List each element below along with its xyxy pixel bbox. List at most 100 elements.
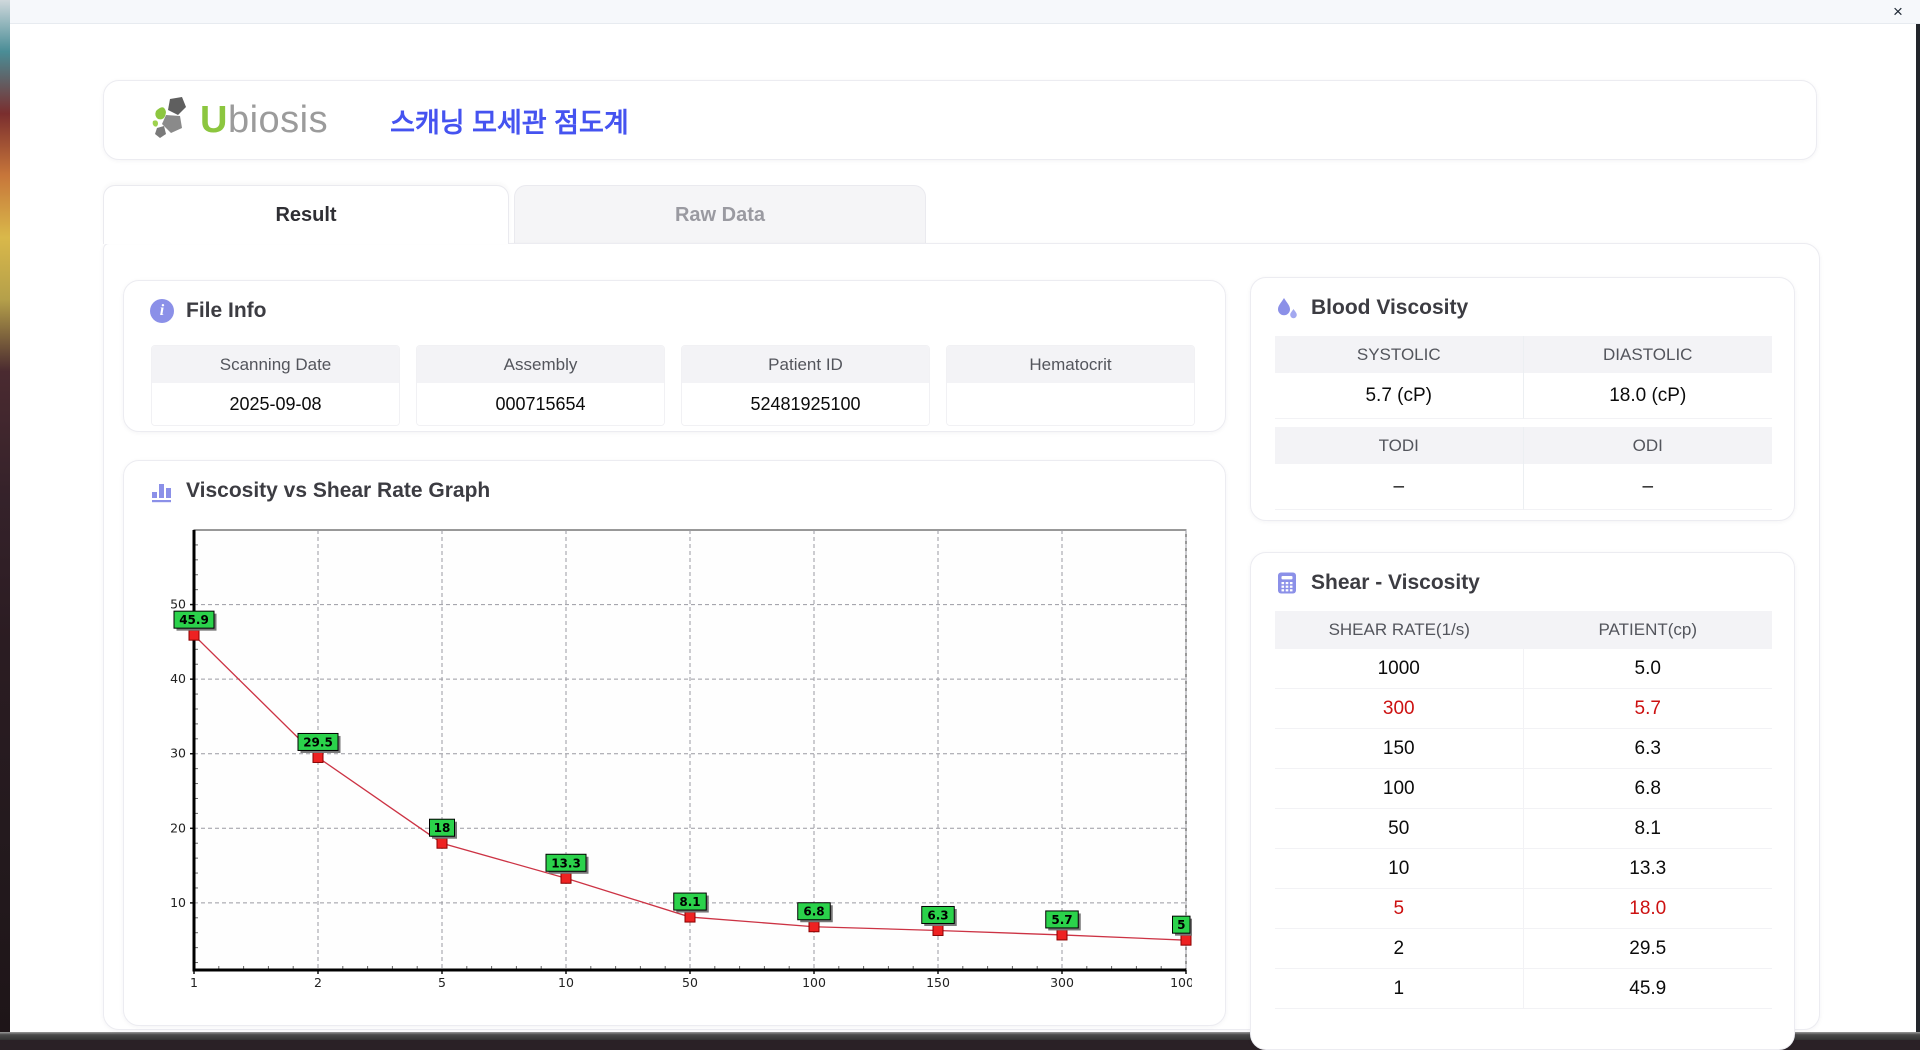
bv-value-row: – – (1275, 464, 1772, 510)
shear-rate-value: 300 (1275, 689, 1524, 728)
header-card: Ubiosis 스캐닝 모세관 점도계 (103, 80, 1817, 160)
systolic-header: SYSTOLIC (1275, 336, 1524, 373)
svg-text:5.7: 5.7 (1051, 913, 1072, 927)
shear-viscosity-title-row: Shear - Viscosity (1275, 571, 1480, 595)
patient-viscosity-value: 5.0 (1524, 649, 1773, 688)
shear-rate-value: 100 (1275, 769, 1524, 808)
bv-header-row: TODI ODI (1275, 427, 1772, 464)
window-right-edge (1916, 24, 1920, 1032)
diastolic-value: 18.0 (cP) (1524, 373, 1773, 419)
field-patient-id: Patient ID 52481925100 (681, 345, 930, 426)
ubiosis-logo: Ubiosis (152, 95, 328, 145)
bv-value-row: 5.7 (cP) 18.0 (cP) (1275, 373, 1772, 419)
patient-viscosity-value: 18.0 (1524, 889, 1773, 928)
shear-rate-value: 10 (1275, 849, 1524, 888)
svg-text:30: 30 (170, 746, 186, 761)
shear-rate-value: 150 (1275, 729, 1524, 768)
shear-rate-value: 1 (1275, 969, 1524, 1008)
svg-text:40: 40 (170, 671, 186, 686)
shear-rate-value: 1000 (1275, 649, 1524, 688)
svg-text:50: 50 (170, 597, 186, 612)
shear-table-header-row: SHEAR RATE(1/s) PATIENT(cp) (1275, 611, 1772, 649)
window-close-button[interactable]: × (1888, 3, 1908, 21)
field-value: 52481925100 (682, 383, 929, 425)
viscosity-chart-svg: 45.929.51813.38.16.86.35.751251050100150… (152, 523, 1192, 993)
svg-text:6.8: 6.8 (803, 905, 824, 919)
field-value: 000715654 (417, 383, 664, 425)
shear-viscosity-row: 1013.3 (1275, 849, 1772, 889)
todi-header: TODI (1275, 427, 1524, 464)
shear-rate-column-header: SHEAR RATE(1/s) (1275, 611, 1524, 649)
field-label: Hematocrit (947, 346, 1194, 383)
patient-viscosity-value: 45.9 (1524, 969, 1773, 1008)
tab-result[interactable]: Result (103, 185, 509, 244)
todi-value: – (1275, 464, 1524, 510)
graph-title: Viscosity vs Shear Rate Graph (186, 479, 490, 503)
app-title-korean: 스캐닝 모세관 점도계 (390, 101, 629, 140)
svg-text:29.5: 29.5 (303, 735, 333, 749)
info-icon: i (150, 299, 174, 323)
blood-drops-icon (1275, 296, 1299, 320)
patient-viscosity-value: 6.3 (1524, 729, 1773, 768)
svg-text:45.9: 45.9 (179, 613, 209, 627)
shear-viscosity-table: SHEAR RATE(1/s) PATIENT(cp) 10005.03005.… (1275, 611, 1772, 1009)
svg-text:20: 20 (170, 820, 186, 835)
file-info-fields: Scanning Date 2025-09-08 Assembly 000715… (151, 345, 1195, 426)
field-scanning-date: Scanning Date 2025-09-08 (151, 345, 400, 426)
patient-viscosity-value: 13.3 (1524, 849, 1773, 888)
blood-viscosity-title-row: Blood Viscosity (1275, 296, 1468, 320)
file-info-card: i File Info Scanning Date 2025-09-08 Ass… (123, 280, 1226, 432)
field-assembly: Assembly 000715654 (416, 345, 665, 426)
file-info-title-row: i File Info (150, 299, 267, 323)
desktop-wallpaper-strip (0, 0, 10, 1032)
brand-biosis: biosis (228, 99, 328, 141)
svg-text:6.3: 6.3 (927, 908, 948, 922)
shear-rate-value: 5 (1275, 889, 1524, 928)
svg-text:10: 10 (170, 895, 186, 910)
field-label: Scanning Date (152, 346, 399, 383)
svg-text:300: 300 (1050, 975, 1074, 990)
shear-viscosity-row: 518.0 (1275, 889, 1772, 929)
svg-text:5: 5 (1177, 918, 1185, 932)
blood-viscosity-title: Blood Viscosity (1311, 296, 1468, 320)
shear-viscosity-row: 1506.3 (1275, 729, 1772, 769)
patient-viscosity-value: 8.1 (1524, 809, 1773, 848)
svg-text:100: 100 (802, 975, 826, 990)
svg-text:2: 2 (314, 975, 322, 990)
shear-viscosity-row: 145.9 (1275, 969, 1772, 1009)
graph-title-row: Viscosity vs Shear Rate Graph (150, 479, 490, 503)
result-content-panel: i File Info Scanning Date 2025-09-08 Ass… (103, 243, 1820, 1030)
svg-text:18: 18 (434, 821, 451, 835)
brand-u: U (200, 99, 228, 141)
svg-text:5: 5 (438, 975, 446, 990)
blood-viscosity-card: Blood Viscosity SYSTOLIC DIASTOLIC 5.7 (… (1250, 277, 1795, 521)
odi-value: – (1524, 464, 1773, 510)
field-value (947, 383, 1194, 425)
field-hematocrit: Hematocrit (946, 345, 1195, 426)
field-label: Assembly (417, 346, 664, 383)
svg-text:13.3: 13.3 (551, 856, 581, 870)
odi-header: ODI (1524, 427, 1773, 464)
brand-wordmark: Ubiosis (200, 99, 328, 142)
svg-text:8.1: 8.1 (679, 895, 700, 909)
bv-header-row: SYSTOLIC DIASTOLIC (1275, 336, 1772, 373)
svg-text:50: 50 (682, 975, 698, 990)
shear-viscosity-row: 10005.0 (1275, 649, 1772, 689)
bv-spacer (1275, 419, 1772, 427)
shear-viscosity-row: 1006.8 (1275, 769, 1772, 809)
shear-rate-value: 50 (1275, 809, 1524, 848)
tab-raw-data[interactable]: Raw Data (514, 185, 926, 244)
patient-column-header: PATIENT(cp) (1524, 611, 1773, 649)
blood-viscosity-table: SYSTOLIC DIASTOLIC 5.7 (cP) 18.0 (cP) TO… (1275, 336, 1772, 510)
app-window: Ubiosis 스캐닝 모세관 점도계 Result Raw Data i Fi… (10, 24, 1916, 1032)
field-label: Patient ID (682, 346, 929, 383)
shear-viscosity-row: 508.1 (1275, 809, 1772, 849)
shear-viscosity-title: Shear - Viscosity (1311, 571, 1480, 595)
table-calculator-icon (1275, 571, 1299, 595)
field-value: 2025-09-08 (152, 383, 399, 425)
svg-text:1: 1 (190, 975, 198, 990)
shear-viscosity-card: Shear - Viscosity SHEAR RATE(1/s) PATIEN… (1250, 552, 1795, 1050)
ubiosis-logo-icon (152, 95, 198, 145)
systolic-value: 5.7 (cP) (1275, 373, 1524, 419)
patient-viscosity-value: 5.7 (1524, 689, 1773, 728)
